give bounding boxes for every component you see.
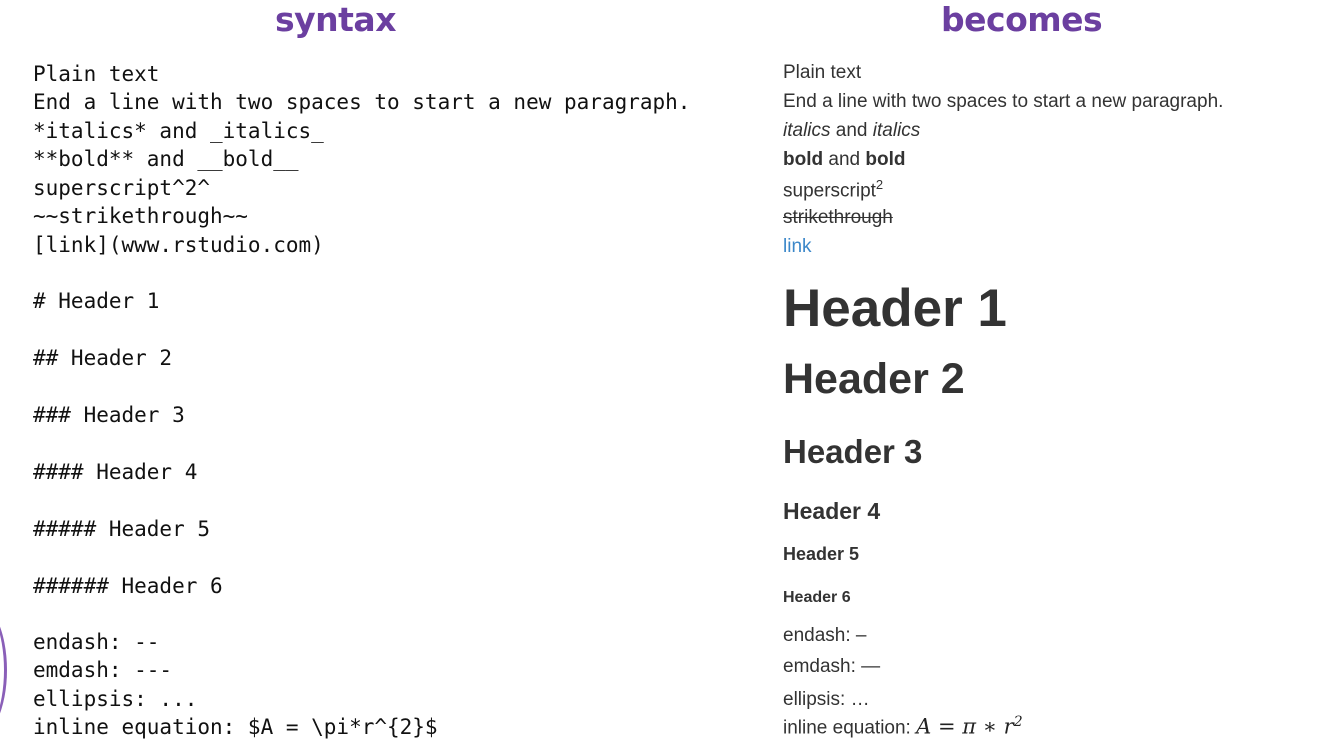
- output-endash: endash: –: [783, 625, 867, 646]
- output-superscript-line: superscript2: [783, 177, 884, 202]
- syntax-ellipsis: ellipsis: ...: [33, 687, 198, 711]
- output-bold-line: bold and bold: [783, 149, 905, 171]
- syntax-emdash: emdash: ---: [33, 658, 173, 682]
- output-paragraph: End a line with two spaces to start a ne…: [783, 91, 1224, 112]
- output-and: and: [823, 149, 866, 170]
- syntax-header-4: #### Header 4: [33, 460, 198, 484]
- decorative-arc: [0, 600, 7, 740]
- output-header-1: Header 1: [783, 279, 1007, 338]
- syntax-strikethrough: ~~strikethrough~~: [33, 204, 248, 228]
- output-superscript-exp: 2: [875, 177, 884, 192]
- syntax-header-1: # Header 1: [33, 289, 160, 313]
- output-header-2: Header 2: [783, 355, 965, 403]
- syntax-header-6: ###### Header 6: [33, 574, 223, 598]
- output-equation-math: A = π ∗ r: [916, 714, 1014, 739]
- output-bold-a: bold: [783, 149, 824, 170]
- syntax-header-5: ##### Header 5: [33, 517, 211, 541]
- output-header-4: Header 4: [783, 498, 881, 524]
- syntax-inline-equation: inline equation: $A = \pi*r^{2}$: [33, 715, 438, 739]
- output-inline-equation-line: inline equation: A = π ∗ r2: [783, 714, 1023, 739]
- output-plain-text: Plain text: [783, 62, 862, 83]
- output-equation-exp: 2: [1013, 714, 1023, 730]
- output-italics-a: italics: [783, 120, 831, 141]
- output-emdash: emdash: —: [783, 656, 881, 677]
- output-strikethrough: strikethrough: [783, 207, 893, 228]
- output-link[interactable]: link: [783, 236, 812, 258]
- syntax-superscript: superscript^2^: [33, 176, 211, 200]
- output-header-5: Header 5: [783, 544, 860, 564]
- syntax-header-2: ## Header 2: [33, 346, 173, 370]
- output-italics-line: italics and italics: [783, 120, 920, 142]
- output-superscript-base: superscript: [783, 180, 876, 202]
- syntax-endash: endash: --: [33, 630, 160, 654]
- syntax-column-title: syntax: [275, 0, 396, 39]
- output-header-6: Header 6: [783, 589, 851, 606]
- output-equation-label: inline equation:: [783, 717, 917, 739]
- syntax-italics: *italics* and _italics_: [33, 119, 324, 143]
- output-header-3: Header 3: [783, 433, 923, 470]
- output-and: and: [830, 120, 873, 141]
- syntax-header-3: ### Header 3: [33, 403, 185, 427]
- becomes-column-title: becomes: [941, 0, 1103, 39]
- syntax-link: [link](www.rstudio.com): [33, 233, 324, 257]
- output-ellipsis: ellipsis: …: [783, 689, 870, 710]
- syntax-paragraph: End a line with two spaces to start a ne…: [33, 90, 691, 114]
- syntax-plain-text: Plain text: [33, 62, 160, 86]
- output-italics-b: italics: [872, 120, 921, 141]
- syntax-bold: **bold** and __bold__: [33, 147, 299, 171]
- output-bold-b: bold: [865, 149, 906, 170]
